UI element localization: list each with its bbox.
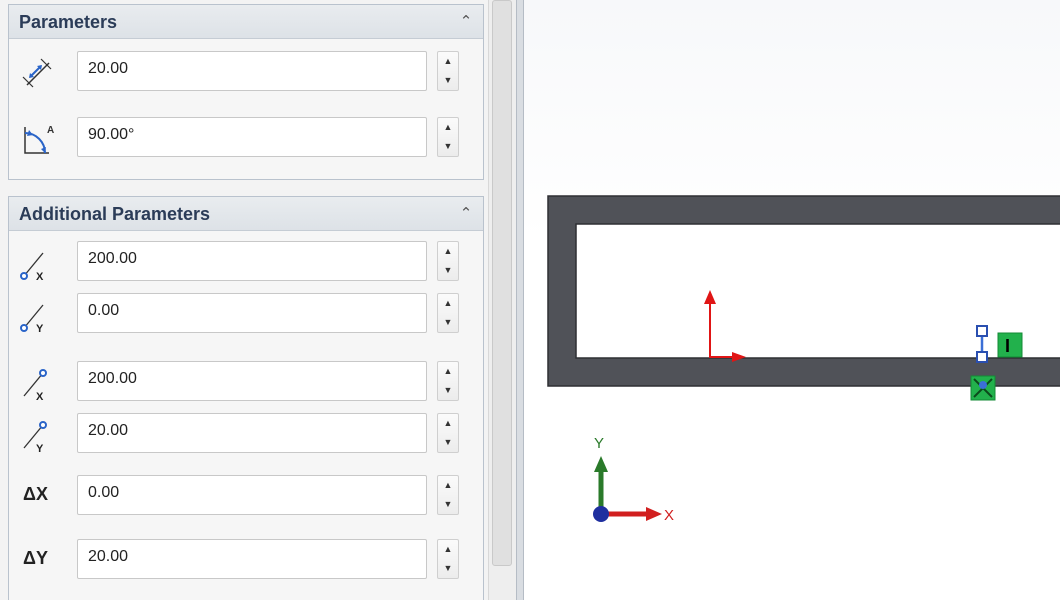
spin-up-icon[interactable]: ▲ [438,414,458,433]
parameters-title: Parameters [19,12,118,32]
start-x-field[interactable]: 200.00 [77,241,427,281]
property-manager-panel: Parameters ⌃ 20.00 ▲ ▼ A 90.00° ▲ ▼ Addi… [0,0,488,600]
parameters-section: Parameters ⌃ 20.00 ▲ ▼ A 90.00° ▲ ▼ [8,4,484,180]
spin-down-icon[interactable]: ▼ [438,381,458,400]
spin-down-icon[interactable]: ▼ [438,313,458,332]
panel-splitter[interactable] [516,0,524,600]
length-spinner[interactable]: ▲ ▼ [437,51,459,91]
spin-up-icon[interactable]: ▲ [438,118,458,137]
angle-row: A 90.00° ▲ ▼ [9,117,485,159]
delta-y-label: ΔY [23,548,48,568]
end-x-field[interactable]: 200.00 [77,361,427,401]
triad-y-label: Y [594,435,604,452]
svg-text:A: A [47,125,54,136]
spin-up-icon[interactable]: ▲ [438,52,458,71]
delta-x-row: ΔX 0.00 ▲ ▼ [9,475,485,517]
delta-y-row: ΔY 20.00 ▲ ▼ [9,539,485,581]
spin-down-icon[interactable]: ▼ [438,559,458,578]
line-start-handle[interactable] [976,325,988,337]
length-dimension-icon [19,55,59,91]
length-row: 20.00 ▲ ▼ [9,51,485,93]
start-y-icon: Y [19,297,59,333]
delta-x-label: ΔX [23,484,48,504]
end-x-icon: X [19,365,59,401]
spin-up-icon[interactable]: ▲ [438,540,458,559]
spin-up-icon[interactable]: ▲ [438,476,458,495]
additional-parameters-header[interactable]: Additional Parameters ⌃ [9,197,483,231]
end-y-field[interactable]: 20.00 [77,413,427,453]
graphics-area[interactable]: I Y X [524,0,1060,600]
start-x-row: X 200.00 ▲ ▼ [9,241,485,283]
spin-down-icon[interactable]: ▼ [438,137,458,156]
spin-down-icon[interactable]: ▼ [438,261,458,280]
end-y-row: Y 20.00 ▲ ▼ [9,413,485,455]
additional-parameters-title: Additional Parameters [19,204,211,224]
delta-x-spinner[interactable]: ▲ ▼ [437,475,459,515]
length-field[interactable]: 20.00 [77,51,427,91]
spin-down-icon[interactable]: ▼ [438,71,458,90]
spin-down-icon[interactable]: ▼ [438,495,458,514]
angle-field[interactable]: 90.00° [77,117,427,157]
triad-y-arrow-icon [594,456,608,472]
spin-up-icon[interactable]: ▲ [438,294,458,313]
additional-parameters-section: Additional Parameters ⌃ X 200.00 ▲ ▼ Y 0… [8,196,484,600]
end-x-spinner[interactable]: ▲ ▼ [437,361,459,401]
delta-y-spinner[interactable]: ▲ ▼ [437,539,459,579]
svg-text:X: X [36,391,44,401]
start-y-spinner[interactable]: ▲ ▼ [437,293,459,333]
svg-text:Y: Y [36,323,44,333]
end-y-icon: Y [19,417,59,453]
triad-origin [593,506,609,522]
triad-x-arrow-icon [646,507,662,521]
spin-up-icon[interactable]: ▲ [438,362,458,381]
profile-inner [575,223,1060,359]
svg-text:Y: Y [36,443,44,453]
angle-dimension-icon: A [19,121,59,157]
start-y-field[interactable]: 0.00 [77,293,427,333]
delta-y-field[interactable]: 20.00 [77,539,427,579]
spin-down-icon[interactable]: ▼ [438,433,458,452]
svg-text:X: X [36,271,44,281]
angle-spinner[interactable]: ▲ ▼ [437,117,459,157]
start-y-row: Y 0.00 ▲ ▼ [9,293,485,335]
parameters-header[interactable]: Parameters ⌃ [9,5,483,39]
delta-x-field[interactable]: 0.00 [77,475,427,515]
end-x-row: X 200.00 ▲ ▼ [9,361,485,403]
panel-scrollbar[interactable] [488,0,516,600]
triad-x-label: X [664,507,674,524]
end-y-spinner[interactable]: ▲ ▼ [437,413,459,453]
line-end-handle[interactable] [976,351,988,363]
sketch-canvas[interactable]: I Y X [524,0,1060,600]
collapse-chevron-icon[interactable]: ⌃ [457,205,475,223]
spin-up-icon[interactable]: ▲ [438,242,458,261]
collapse-chevron-icon[interactable]: ⌃ [457,13,475,31]
start-x-spinner[interactable]: ▲ ▼ [437,241,459,281]
start-x-icon: X [19,245,59,281]
relation-label: I [1005,336,1010,356]
coincident-point [979,381,987,389]
scrollbar-thumb[interactable] [492,0,512,566]
